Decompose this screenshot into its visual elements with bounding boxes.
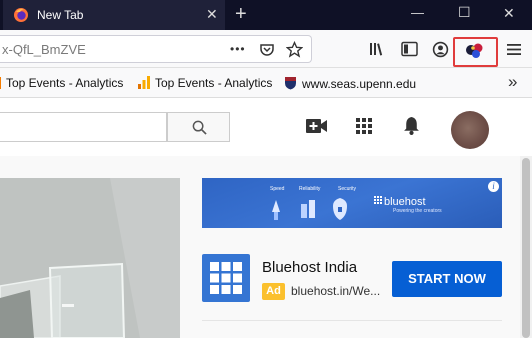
banner-label: Security: [338, 186, 357, 192]
avatar[interactable]: [451, 111, 489, 149]
create-video-icon[interactable]: [306, 119, 327, 133]
url-bar[interactable]: x-QfL_BmZVE •••: [0, 35, 312, 63]
tab-title: New Tab: [37, 8, 84, 22]
search-icon: [192, 120, 207, 135]
bluehost-logo[interactable]: [202, 254, 250, 302]
apps-grid-icon[interactable]: [356, 118, 372, 134]
banner-brand: bluehost: [384, 196, 426, 208]
bookmark-star-icon[interactable]: [286, 41, 303, 58]
bookmarks-overflow-icon[interactable]: »: [508, 72, 517, 92]
search-input[interactable]: [0, 112, 167, 142]
page-actions-icon[interactable]: •••: [230, 42, 246, 56]
bookmark-label: Top Events - Analytics: [6, 76, 124, 90]
account-icon[interactable]: [432, 41, 449, 58]
nav-toolbar: x-QfL_BmZVE •••: [0, 30, 532, 68]
analytics-icon: [0, 77, 1, 89]
firefox-icon: [14, 8, 28, 22]
bluehost-grid-icon: [210, 262, 242, 294]
search-button[interactable]: [167, 112, 230, 142]
banner-label: Speed: [270, 186, 285, 192]
window-close-button[interactable]: ✕: [503, 5, 515, 22]
sidebar-icon[interactable]: [401, 41, 418, 57]
start-now-button[interactable]: START NOW: [392, 261, 502, 297]
site-header: [0, 98, 532, 156]
bookmark-label: Top Events - Analytics: [155, 76, 273, 90]
bookmark-label: www.seas.upenn.edu: [302, 77, 417, 91]
bookmark-item[interactable]: Top Events - Analytics: [0, 76, 123, 90]
maximize-button[interactable]: ☐: [458, 4, 471, 21]
divider: [202, 320, 502, 321]
banner-illustration-icon: [272, 198, 347, 220]
menu-icon[interactable]: [507, 43, 521, 56]
ad-url[interactable]: bluehost.in/We...: [291, 284, 380, 298]
thumbnail-image: [0, 178, 180, 338]
main-content: Speed Reliability Security bluehost Powe…: [0, 156, 532, 338]
tab-strip: New Tab ✕ + — ☐ ✕: [0, 0, 532, 30]
minimize-button[interactable]: —: [411, 5, 424, 20]
bookmarks-toolbar: Top Events - Analytics Top Events - Anal…: [0, 68, 532, 98]
analytics-icon: [138, 76, 150, 89]
banner-tagline: Powering the creators: [393, 208, 442, 214]
video-thumbnail[interactable]: [0, 178, 180, 338]
ad-banner[interactable]: Speed Reliability Security bluehost Powe…: [202, 178, 502, 228]
notifications-bell-icon[interactable]: [403, 116, 420, 135]
extension-icon[interactable]: [464, 42, 486, 60]
bookmark-item[interactable]: www.seas.upenn.edu: [284, 76, 416, 91]
tab-new-tab[interactable]: New Tab ✕: [3, 0, 225, 30]
penn-shield-icon: [285, 77, 296, 90]
scrollbar-thumb[interactable]: [522, 158, 530, 338]
banner-label: Reliability: [299, 186, 321, 192]
ad-title[interactable]: Bluehost India: [262, 259, 357, 276]
ad-badge: Ad: [262, 283, 285, 300]
pocket-icon[interactable]: [259, 42, 275, 58]
url-text[interactable]: x-QfL_BmZVE: [2, 42, 86, 57]
bookmark-item[interactable]: Top Events - Analytics: [138, 76, 272, 90]
tab-close-icon[interactable]: ✕: [206, 6, 218, 22]
bluehost-logo-icon: [374, 196, 382, 204]
web-page: Speed Reliability Security bluehost Powe…: [0, 98, 532, 338]
ad-info-icon[interactable]: i: [488, 181, 499, 192]
new-tab-button[interactable]: +: [235, 4, 247, 24]
library-icon[interactable]: [369, 41, 387, 57]
